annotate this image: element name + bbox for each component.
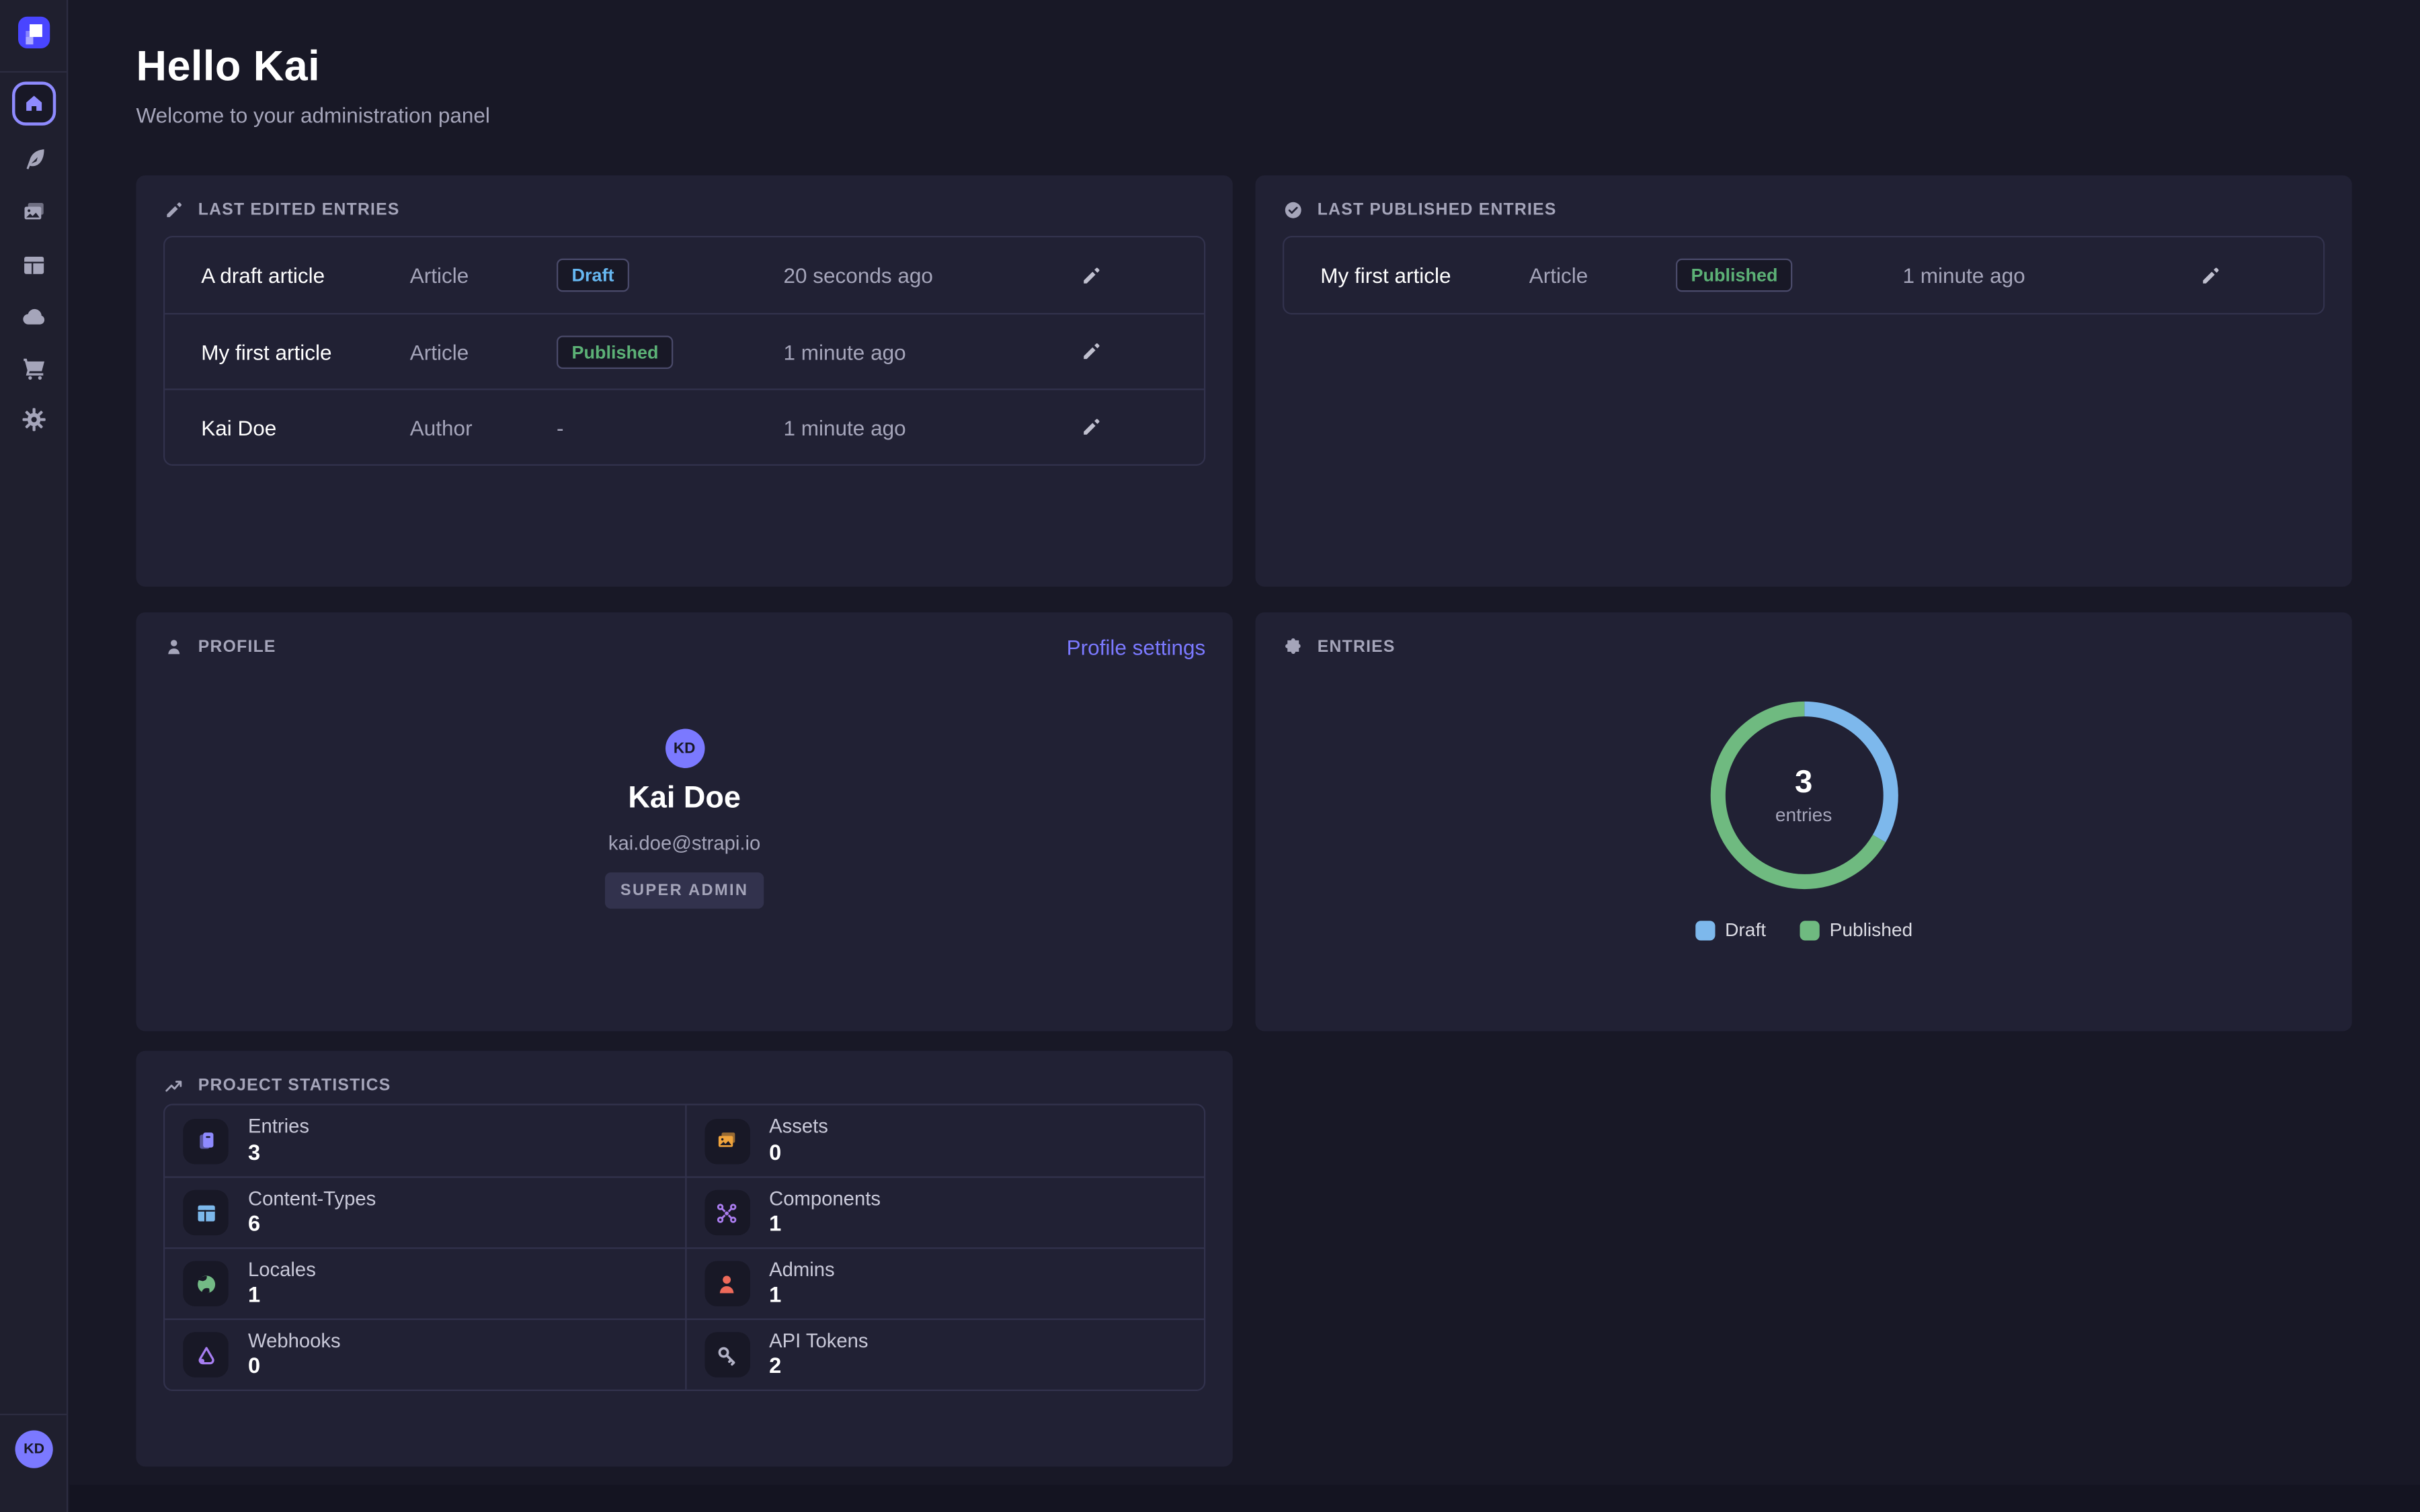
admin-user-icon [704, 1261, 750, 1307]
legend-item-published: Published [1800, 919, 1913, 941]
legend-swatch-draft [1695, 920, 1714, 939]
table-row[interactable]: Kai Doe Author - 1 minute ago [165, 388, 1204, 464]
panel-title: PROFILE [198, 638, 276, 657]
key-icon [704, 1332, 750, 1378]
entry-name: My first article [201, 339, 410, 364]
status-empty: - [557, 415, 784, 439]
panel-title: PROJECT STATISTICS [198, 1077, 391, 1095]
entry-name: My first article [1320, 263, 1529, 288]
profile-name: Kai Doe [628, 782, 741, 816]
sidebar-user-avatar[interactable]: KD [15, 1431, 53, 1468]
layout-icon [183, 1190, 229, 1236]
project-statistics-table: Entries 3 Assets 0 Content-Types 6 [163, 1104, 1205, 1392]
entry-time: 1 minute ago [1903, 263, 2097, 288]
entry-type: Article [410, 263, 557, 288]
check-circle-icon [1283, 200, 1304, 221]
webhook-icon [183, 1332, 229, 1378]
entry-type: Article [410, 339, 557, 364]
panel-title: ENTRIES [1318, 638, 1396, 657]
role-badge: SUPER ADMIN [605, 872, 764, 909]
settings-gear-icon [19, 405, 48, 434]
globe-icon [183, 1261, 229, 1307]
entries-panel: ENTRIES 3 entries Draft [1256, 612, 2352, 1031]
puzzle-icon [1283, 636, 1304, 658]
stat-webhooks: Webhooks 0 [165, 1318, 684, 1390]
page-subtitle: Welcome to your administration panel [136, 103, 490, 127]
stat-content-types: Content-Types 6 [165, 1177, 684, 1248]
content-type-builder-icon [19, 251, 48, 280]
entry-type: Article [1529, 263, 1676, 288]
feather-icon [19, 145, 48, 174]
stat-entries: Entries 3 [165, 1105, 684, 1177]
sidebar-divider [0, 1414, 67, 1415]
sidebar-item-cloud[interactable] [19, 302, 48, 331]
stat-locales: Locales 1 [165, 1247, 684, 1318]
status-badge: Published [557, 335, 674, 368]
sidebar-divider [0, 71, 67, 73]
last-edited-table: A draft article Article Draft 20 seconds… [163, 236, 1205, 466]
entries-donut-chart: 3 entries [1707, 699, 1900, 892]
table-row[interactable]: My first article Article Published 1 min… [165, 313, 1204, 389]
sidebar: KD [0, 0, 68, 1512]
profile-panel: PROFILE Profile settings KD Kai Doe kai.… [136, 612, 1233, 1031]
media-library-icon [19, 198, 48, 227]
images-icon [704, 1118, 750, 1164]
last-published-table: My first article Article Published 1 min… [1283, 236, 2325, 314]
legend-item-draft: Draft [1695, 919, 1766, 941]
page-header: Hello Kai Welcome to your administration… [136, 42, 490, 127]
trending-up-icon [163, 1075, 185, 1097]
edit-entry-button[interactable] [1079, 264, 1102, 287]
content-bottom-edge [70, 1485, 2420, 1512]
status-badge: Published [1676, 259, 1793, 292]
document-icon [183, 1118, 229, 1164]
stat-assets: Assets 0 [684, 1105, 1204, 1177]
last-edited-entries-panel: LAST EDITED ENTRIES A draft article Arti… [136, 175, 1233, 587]
sidebar-item-settings[interactable] [19, 405, 48, 434]
home-icon [23, 92, 46, 115]
pencil-icon [163, 200, 185, 221]
table-row[interactable]: My first article Article Published 1 min… [1284, 237, 2323, 313]
entry-type: Author [410, 415, 557, 439]
page-title: Hello Kai [136, 42, 490, 91]
sidebar-item-content-type-builder[interactable] [19, 251, 48, 280]
edit-entry-button[interactable] [1079, 416, 1102, 439]
sidebar-item-content-manager[interactable] [19, 145, 48, 174]
strapi-admin-dashboard: KD Hello Kai Welcome to your administrat… [0, 0, 2420, 1512]
panel-title: LAST EDITED ENTRIES [198, 201, 400, 219]
edit-entry-button[interactable] [1079, 340, 1102, 363]
components-icon [704, 1190, 750, 1236]
cloud-icon [19, 302, 48, 331]
strapi-logo-icon [18, 17, 50, 48]
status-badge: Draft [557, 259, 629, 292]
user-icon [163, 636, 185, 658]
sidebar-item-media-library[interactable] [19, 198, 48, 227]
avatar: KD [665, 729, 704, 769]
project-statistics-panel: PROJECT STATISTICS Entries 3 Assets 0 [136, 1051, 1233, 1467]
chart-legend: Draft Published [1695, 919, 1912, 941]
entry-name: A draft article [201, 263, 410, 288]
stat-admins: Admins 1 [684, 1247, 1204, 1318]
edit-entry-button[interactable] [2198, 264, 2221, 287]
table-row[interactable]: A draft article Article Draft 20 seconds… [165, 237, 1204, 313]
entries-total-label: entries [1775, 804, 1832, 825]
legend-swatch-published [1800, 920, 1819, 939]
profile-email: kai.doe@strapi.io [608, 832, 760, 855]
entries-total: 3 [1795, 766, 1812, 801]
entry-name: Kai Doe [201, 415, 410, 439]
stat-api-tokens: API Tokens 2 [684, 1318, 1204, 1390]
sidebar-item-marketplace[interactable] [19, 354, 48, 383]
entry-time: 20 seconds ago [784, 263, 977, 288]
entry-time: 1 minute ago [784, 415, 977, 439]
profile-settings-link[interactable]: Profile settings [1067, 635, 1206, 659]
panel-title: LAST PUBLISHED ENTRIES [1318, 201, 1557, 219]
entry-time: 1 minute ago [784, 339, 977, 364]
sidebar-item-home[interactable] [12, 82, 56, 126]
marketplace-cart-icon [19, 354, 48, 383]
strapi-logo[interactable] [18, 17, 50, 48]
last-published-entries-panel: LAST PUBLISHED ENTRIES My first article … [1256, 175, 2352, 587]
stat-components: Components 1 [684, 1177, 1204, 1248]
